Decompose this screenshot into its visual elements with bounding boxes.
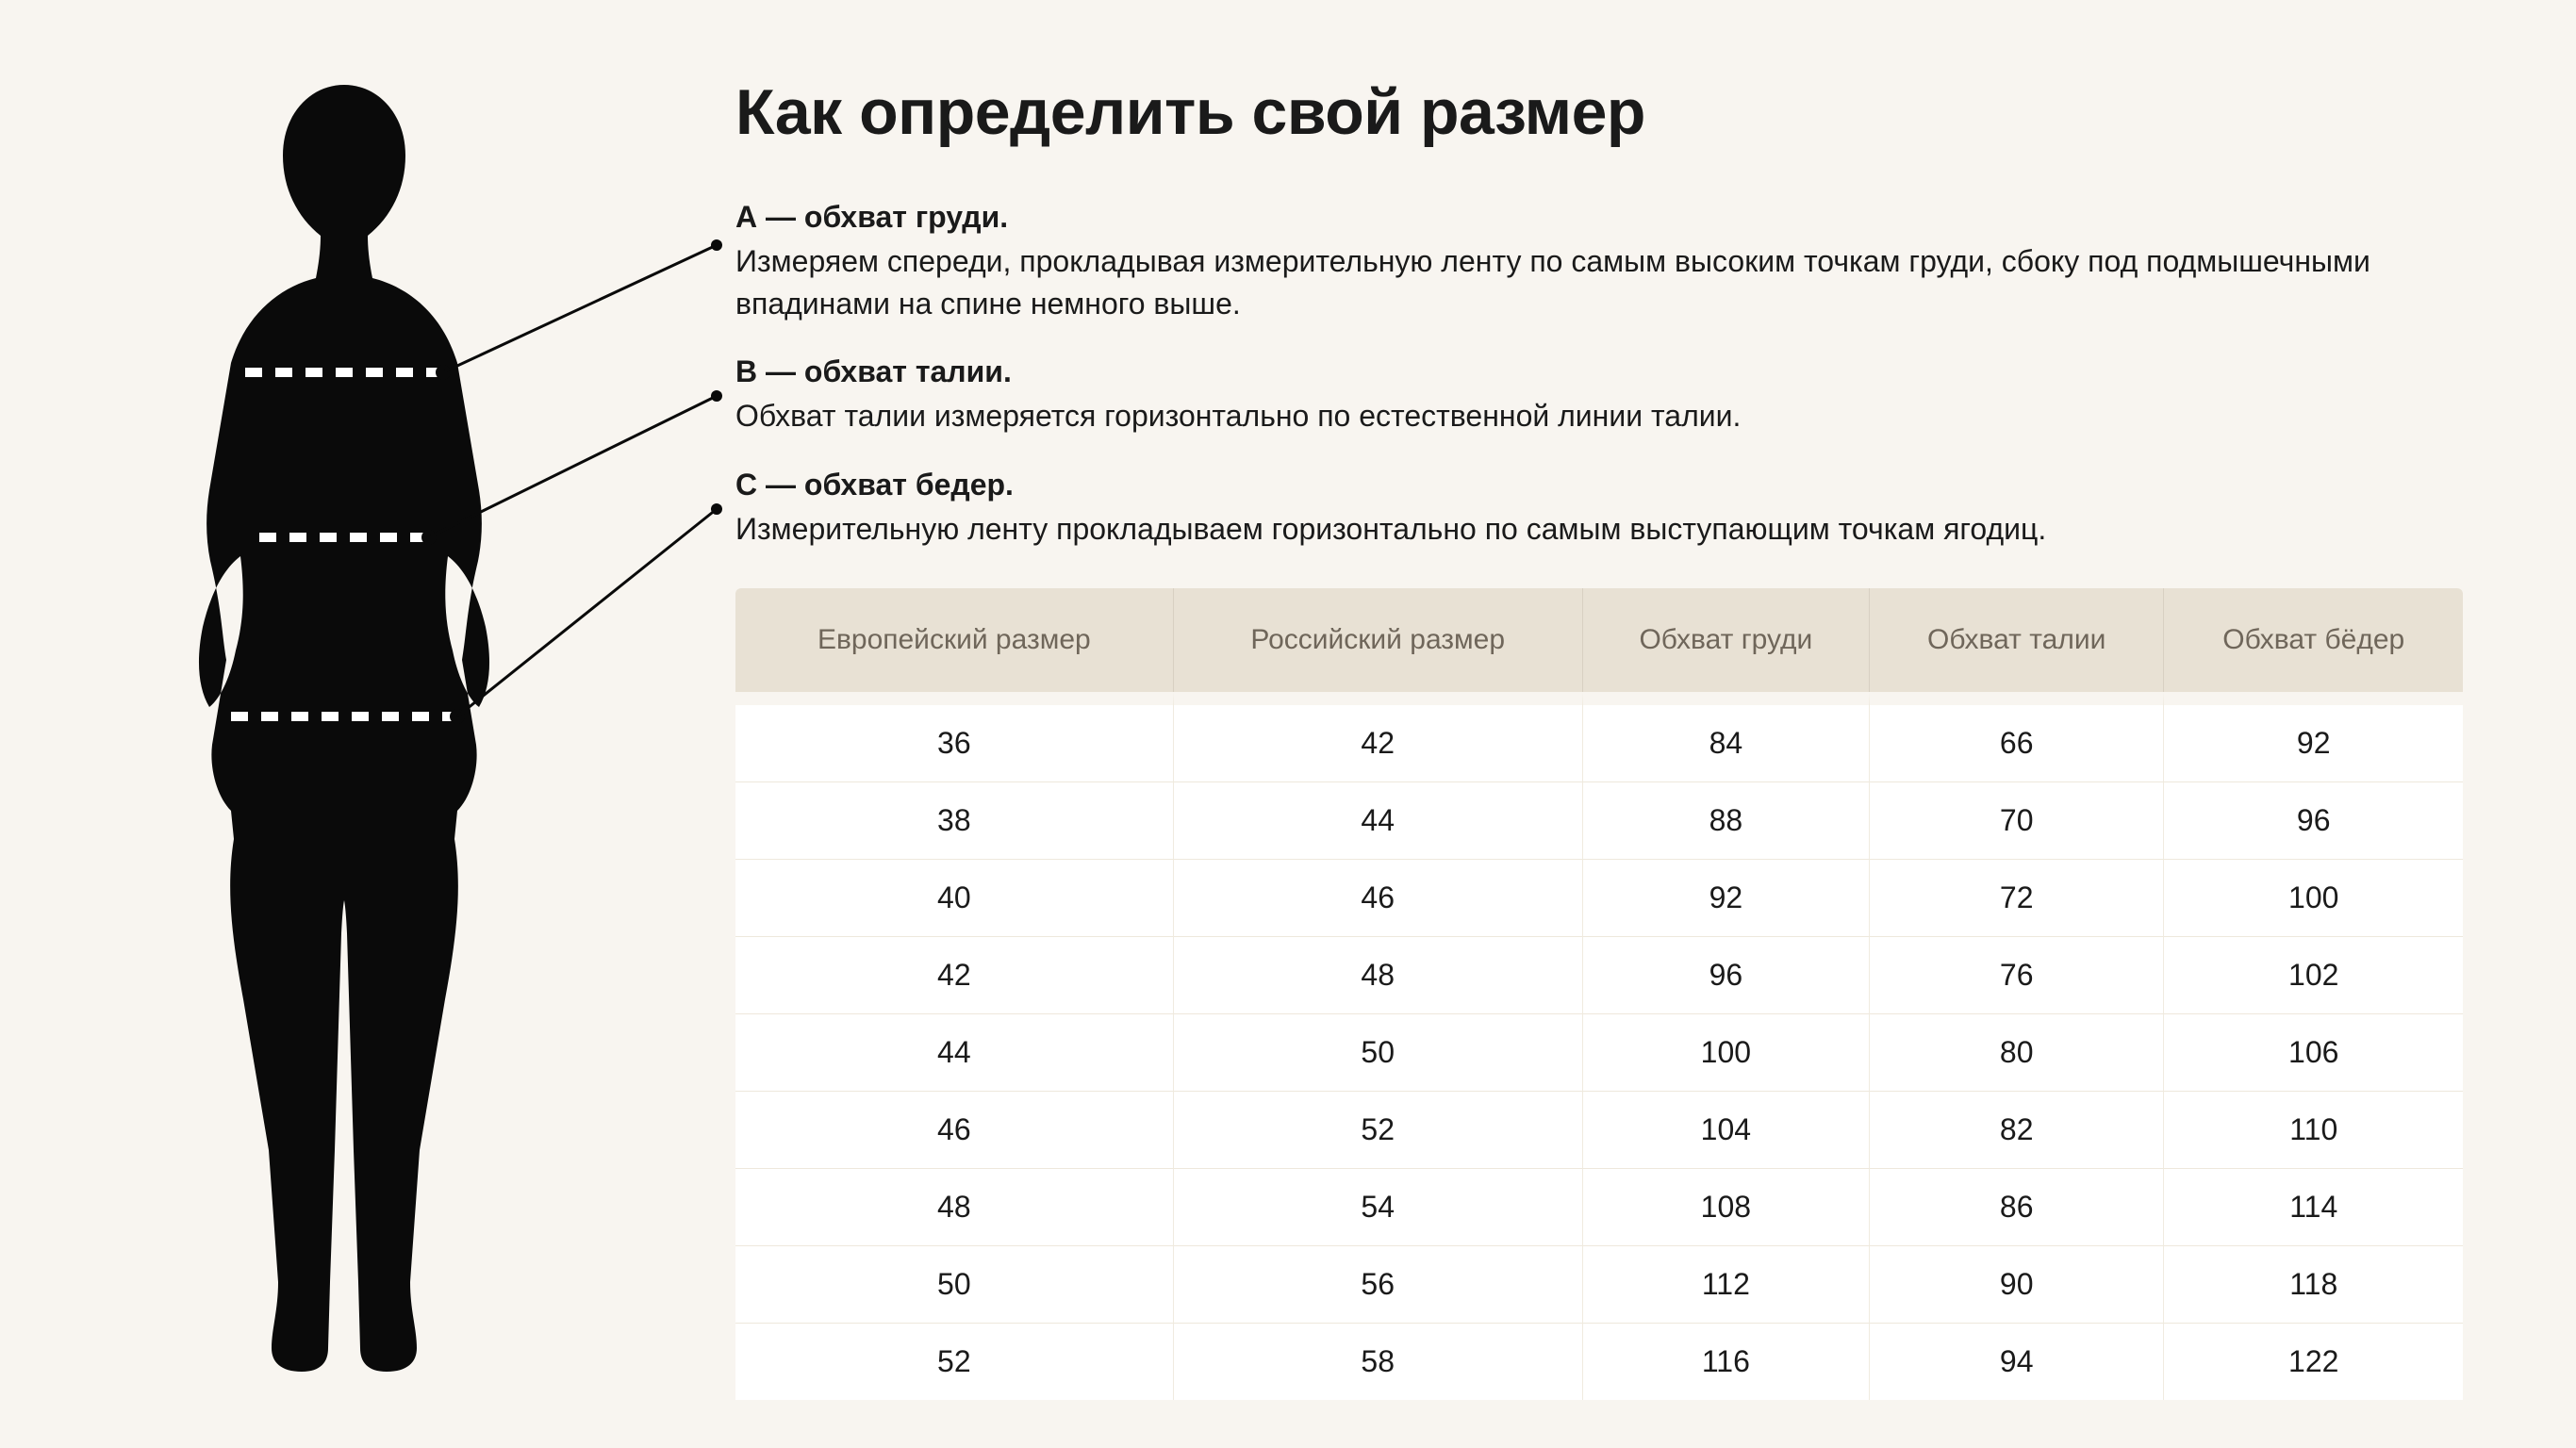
table-row: 465210482110 xyxy=(735,1091,2463,1168)
table-cell: 50 xyxy=(1174,1013,1583,1091)
measure-b-desc: Обхват талии измеряется горизонтально по… xyxy=(735,395,2463,437)
table-cell: 92 xyxy=(2164,692,2463,782)
table-cell: 58 xyxy=(1174,1323,1583,1400)
table-cell: 114 xyxy=(2164,1168,2463,1245)
table-cell: 46 xyxy=(735,1091,1174,1168)
measure-a-label: А — обхват груди. xyxy=(735,196,2463,239)
table-cell: 116 xyxy=(1583,1323,1870,1400)
table-row: 485410886114 xyxy=(735,1168,2463,1245)
table-cell: 46 xyxy=(1174,859,1583,936)
table-cell: 100 xyxy=(1583,1013,1870,1091)
table-cell: 92 xyxy=(1583,859,1870,936)
table-cell: 86 xyxy=(1870,1168,2165,1245)
table-cell: 56 xyxy=(1174,1245,1583,1323)
table-cell: 48 xyxy=(1174,936,1583,1013)
table-cell: 118 xyxy=(2164,1245,2463,1323)
table-cell: 84 xyxy=(1583,692,1870,782)
table-cell: 90 xyxy=(1870,1245,2165,1323)
table-cell: 72 xyxy=(1870,859,2165,936)
table-cell: 42 xyxy=(735,936,1174,1013)
table-cell: 96 xyxy=(1583,936,1870,1013)
table-row: 3642846692 xyxy=(735,692,2463,782)
size-table: Европейский размер Российский размер Обх… xyxy=(735,588,2463,1400)
table-cell: 108 xyxy=(1583,1168,1870,1245)
table-cell: 104 xyxy=(1583,1091,1870,1168)
table-row: 525811694122 xyxy=(735,1323,2463,1400)
table-row: 42489676102 xyxy=(735,936,2463,1013)
table-header-row: Европейский размер Российский размер Обх… xyxy=(735,588,2463,692)
table-row: 505611290118 xyxy=(735,1245,2463,1323)
table-row: 445010080106 xyxy=(735,1013,2463,1091)
measure-c-label: С — обхват бедер. xyxy=(735,464,2463,506)
table-cell: 52 xyxy=(1174,1091,1583,1168)
table-cell: 110 xyxy=(2164,1091,2463,1168)
table-cell: 94 xyxy=(1870,1323,2165,1400)
measure-b: В — обхват талии. Обхват талии измеряетс… xyxy=(735,351,2463,437)
table-row: 40469272100 xyxy=(735,859,2463,936)
table-cell: 52 xyxy=(735,1323,1174,1400)
measure-a-desc: Измеряем спереди, прокладывая измеритель… xyxy=(735,240,2463,325)
table-header: Российский размер xyxy=(1174,588,1583,692)
table-cell: 38 xyxy=(735,782,1174,859)
table-cell: 82 xyxy=(1870,1091,2165,1168)
table-header: Европейский размер xyxy=(735,588,1174,692)
table-cell: 42 xyxy=(1174,692,1583,782)
measure-a: А — обхват груди. Измеряем спереди, прок… xyxy=(735,196,2463,324)
table-cell: 54 xyxy=(1174,1168,1583,1245)
table-cell: 44 xyxy=(735,1013,1174,1091)
table-header: Обхват бёдер xyxy=(2164,588,2463,692)
table-cell: 76 xyxy=(1870,936,2165,1013)
table-cell: 80 xyxy=(1870,1013,2165,1091)
measure-c: С — обхват бедер. Измерительную ленту пр… xyxy=(735,464,2463,551)
table-header: Обхват талии xyxy=(1870,588,2165,692)
table-header: Обхват груди xyxy=(1583,588,1870,692)
table-cell: 88 xyxy=(1583,782,1870,859)
table-cell: 112 xyxy=(1583,1245,1870,1323)
table-cell: 100 xyxy=(2164,859,2463,936)
measure-c-desc: Измерительную ленту прокладываем горизон… xyxy=(735,508,2463,551)
table-cell: 48 xyxy=(735,1168,1174,1245)
table-cell: 44 xyxy=(1174,782,1583,859)
table-cell: 66 xyxy=(1870,692,2165,782)
body-silhouette xyxy=(132,85,556,1405)
table-cell: 70 xyxy=(1870,782,2165,859)
table-cell: 40 xyxy=(735,859,1174,936)
table-cell: 36 xyxy=(735,692,1174,782)
measure-b-label: В — обхват талии. xyxy=(735,351,2463,393)
table-row: 3844887096 xyxy=(735,782,2463,859)
table-cell: 122 xyxy=(2164,1323,2463,1400)
table-cell: 102 xyxy=(2164,936,2463,1013)
table-cell: 50 xyxy=(735,1245,1174,1323)
table-cell: 106 xyxy=(2164,1013,2463,1091)
page-title: Как определить свой размер xyxy=(735,75,2463,149)
table-cell: 96 xyxy=(2164,782,2463,859)
